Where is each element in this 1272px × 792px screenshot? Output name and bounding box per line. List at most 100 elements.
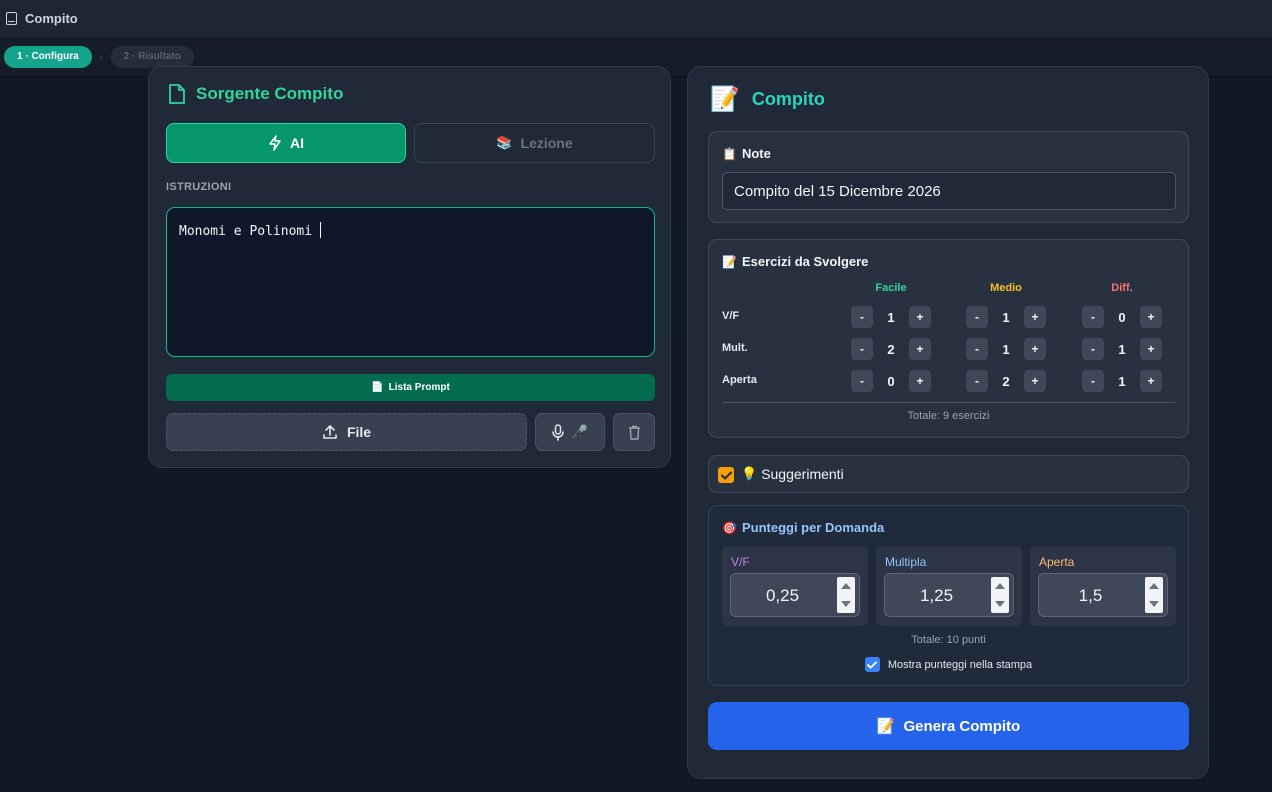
- decrement-button[interactable]: -: [1082, 370, 1104, 392]
- spin-up-icon: [1149, 583, 1159, 589]
- file-upload-button[interactable]: File: [166, 413, 527, 451]
- points-input-aperta[interactable]: 1,5: [1038, 573, 1168, 617]
- increment-button[interactable]: +: [1024, 338, 1046, 360]
- suggestions-card: 💡 Suggerimenti: [708, 455, 1189, 493]
- note-title-text: Note: [741, 146, 771, 161]
- generate-label: Genera Compito: [903, 717, 1021, 735]
- increment-button[interactable]: +: [1024, 370, 1046, 392]
- increment-button[interactable]: +: [1140, 370, 1162, 392]
- exercise-row-label: Aperta: [722, 374, 757, 386]
- exercise-stepper: -0 +: [1082, 306, 1162, 328]
- increment-button[interactable]: +: [1024, 306, 1046, 328]
- decrement-button[interactable]: -: [966, 370, 988, 392]
- exercise-count: 0: [1118, 309, 1126, 325]
- increment-button[interactable]: +: [909, 370, 931, 392]
- points-box-multipla: Multipla 1,25: [876, 546, 1022, 626]
- decrement-button[interactable]: -: [1082, 338, 1104, 360]
- decrement-button[interactable]: -: [966, 338, 988, 360]
- exercise-count: 0: [887, 373, 895, 389]
- points-box-aperta: Aperta 1,5: [1030, 546, 1176, 626]
- step-risultato[interactable]: 2 · Risultato: [110, 45, 194, 68]
- show-points-checkbox[interactable]: [864, 657, 880, 672]
- exercise-stepper: -2 +: [966, 370, 1046, 392]
- suggestions-label-text: Suggerimenti: [761, 466, 844, 482]
- decrement-button[interactable]: -: [851, 370, 873, 392]
- difficulty-header-diff: Diff.: [1111, 282, 1133, 294]
- exercise-count: 2: [1002, 373, 1010, 389]
- points-input-multipla[interactable]: 1,25: [884, 573, 1014, 617]
- memo-icon: 📝: [876, 718, 896, 735]
- tab-ai[interactable]: AI: [166, 123, 406, 163]
- source-title-text: Sorgente Compito: [196, 84, 344, 103]
- text-caret: [320, 222, 322, 238]
- clipboard-icon: 📋: [722, 146, 737, 161]
- points-label-multipla: Multipla: [885, 555, 927, 569]
- difficulty-header-medio: Medio: [990, 282, 1022, 294]
- exercise-stepper: -1 +: [966, 306, 1046, 328]
- exercise-row-label: Mult.: [722, 342, 748, 354]
- exercises-title-text: Esercizi da Svolgere: [741, 254, 869, 269]
- checkmark-icon: [720, 471, 732, 479]
- points-label-aperta: Aperta: [1039, 555, 1075, 569]
- points-spinner-aperta[interactable]: [1145, 577, 1163, 613]
- points-total: Totale: 10 punti: [911, 634, 986, 646]
- memo-icon: 📝: [710, 86, 740, 113]
- points-title-text: Punteggi per Domanda: [741, 520, 885, 535]
- mic-emoji-icon: 🎤: [571, 424, 589, 439]
- exercise-stepper: -0 +: [851, 370, 931, 392]
- exercises-divider: [722, 402, 1175, 403]
- voice-input-button[interactable]: 🎤: [535, 413, 605, 451]
- points-card: 🎯 Punteggi per Domanda V/F 0,25 Multipla…: [708, 505, 1189, 686]
- exercise-stepper: -1 +: [851, 306, 931, 328]
- increment-button[interactable]: +: [1140, 306, 1162, 328]
- exercises-card: 📝 Esercizi da Svolgere Facile Medio Diff…: [708, 239, 1189, 438]
- target-icon: 🎯: [722, 520, 737, 535]
- decrement-button[interactable]: -: [851, 306, 873, 328]
- tab-lezione[interactable]: 📚 Lezione: [414, 123, 655, 163]
- exercise-count: 1: [1002, 309, 1010, 325]
- books-icon: 📚: [496, 135, 513, 150]
- note-input[interactable]: Compito del 15 Dicembre 2026: [722, 172, 1176, 210]
- spin-down-icon: [841, 601, 851, 607]
- instructions-textarea[interactable]: Monomi e Polinomi: [166, 207, 655, 357]
- increment-button[interactable]: +: [909, 338, 931, 360]
- points-box-vf: V/F 0,25: [722, 546, 868, 626]
- step-configura[interactable]: 1 · Configura: [4, 45, 92, 68]
- show-points-row: Mostra punteggi nella stampa: [709, 657, 1188, 672]
- decrement-button[interactable]: -: [966, 306, 988, 328]
- file-label: File: [346, 424, 372, 440]
- exercise-count: 1: [1118, 341, 1126, 357]
- window-title: Compito: [25, 11, 78, 26]
- show-points-label: Mostra punteggi nella stampa: [887, 658, 1033, 671]
- tab-ai-label: AI: [290, 135, 304, 151]
- document-icon: [169, 84, 185, 104]
- exercises-title: 📝 Esercizi da Svolgere: [722, 254, 868, 269]
- clear-button[interactable]: [613, 413, 655, 451]
- increment-button[interactable]: +: [909, 306, 931, 328]
- points-value-multipla: 1,25: [919, 586, 954, 605]
- suggestions-checkbox[interactable]: [718, 467, 734, 483]
- prompt-list-button[interactable]: 📄 Lista Prompt: [166, 374, 655, 401]
- decrement-button[interactable]: -: [1082, 306, 1104, 328]
- generate-button[interactable]: 📝 Genera Compito: [708, 702, 1189, 750]
- difficulty-header-facile: Facile: [875, 282, 907, 294]
- exercise-row-label: V/F: [722, 310, 740, 322]
- points-spinner-multipla[interactable]: [991, 577, 1009, 613]
- note-card: 📋 Note Compito del 15 Dicembre 2026: [708, 131, 1189, 223]
- exercise-count: 1: [1118, 373, 1126, 389]
- exercise-stepper: -1 +: [966, 338, 1046, 360]
- increment-button[interactable]: +: [1140, 338, 1162, 360]
- source-panel: Sorgente Compito AI 📚 Lezione ISTRUZIONI…: [148, 66, 671, 468]
- spin-down-icon: [995, 601, 1005, 607]
- compito-panel: 📝 Compito 📋 Note Compito del 15 Dicembre…: [687, 66, 1209, 779]
- points-value-aperta: 1,5: [1078, 586, 1103, 605]
- points-spinner-vf[interactable]: [837, 577, 855, 613]
- instructions-text: Monomi e Polinomi: [179, 224, 313, 239]
- memo-small-icon: 📝: [722, 254, 737, 269]
- trash-icon: [628, 425, 640, 440]
- decrement-button[interactable]: -: [851, 338, 873, 360]
- points-label-vf: V/F: [731, 555, 750, 569]
- exercise-stepper: -2 +: [851, 338, 931, 360]
- points-input-vf[interactable]: 0,25: [730, 573, 860, 617]
- points-value-vf: 0,25: [765, 586, 800, 605]
